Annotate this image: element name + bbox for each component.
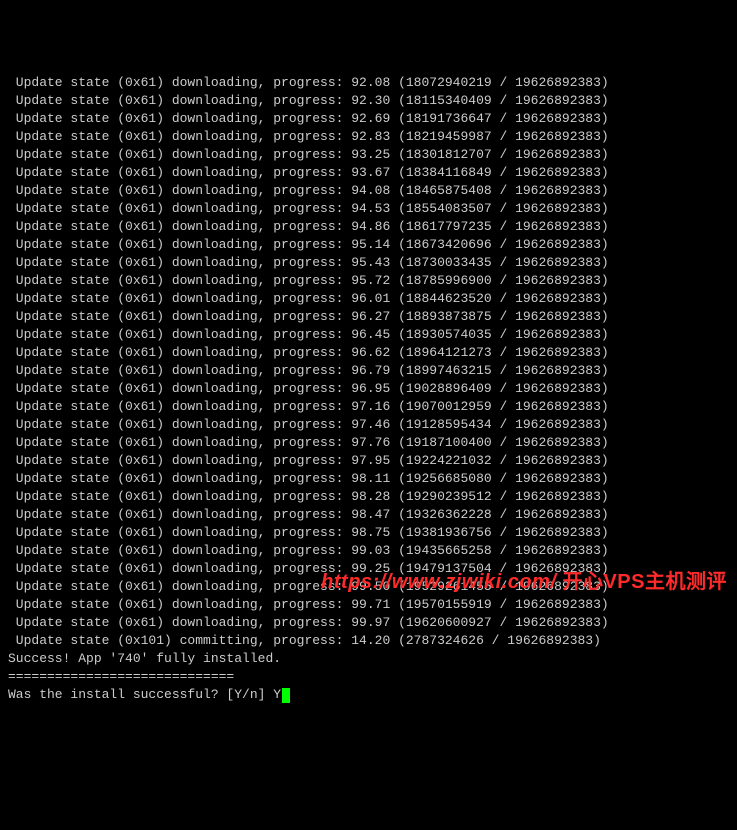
progress-line: Update state (0x61) downloading, progres…	[8, 74, 737, 92]
progress-line: Update state (0x61) downloading, progres…	[8, 272, 737, 290]
progress-line: Update state (0x61) downloading, progres…	[8, 146, 737, 164]
progress-line: Update state (0x61) downloading, progres…	[8, 614, 737, 632]
progress-line: Update state (0x61) downloading, progres…	[8, 362, 737, 380]
success-line: Success! App '740' fully installed.	[8, 650, 737, 668]
progress-line: Update state (0x61) downloading, progres…	[8, 308, 737, 326]
progress-line: Update state (0x61) downloading, progres…	[8, 596, 737, 614]
prompt-text: Was the install successful? [Y/n]	[8, 686, 273, 704]
progress-line: Update state (0x61) downloading, progres…	[8, 92, 737, 110]
progress-line: Update state (0x61) downloading, progres…	[8, 218, 737, 236]
progress-line: Update state (0x61) downloading, progres…	[8, 254, 737, 272]
progress-line: Update state (0x61) downloading, progres…	[8, 200, 737, 218]
progress-line: Update state (0x61) downloading, progres…	[8, 416, 737, 434]
progress-line: Update state (0x61) downloading, progres…	[8, 452, 737, 470]
progress-line: Update state (0x61) downloading, progres…	[8, 380, 737, 398]
prompt-input[interactable]: Y	[273, 686, 281, 704]
progress-line: Update state (0x61) downloading, progres…	[8, 488, 737, 506]
progress-line: Update state (0x61) downloading, progres…	[8, 164, 737, 182]
progress-line: Update state (0x61) downloading, progres…	[8, 506, 737, 524]
progress-line: Update state (0x61) downloading, progres…	[8, 578, 737, 596]
commit-line: Update state (0x101) committing, progres…	[8, 632, 737, 650]
progress-line: Update state (0x61) downloading, progres…	[8, 290, 737, 308]
progress-line: Update state (0x61) downloading, progres…	[8, 128, 737, 146]
progress-line: Update state (0x61) downloading, progres…	[8, 524, 737, 542]
cursor-icon	[282, 688, 290, 703]
progress-line: Update state (0x61) downloading, progres…	[8, 326, 737, 344]
install-success-prompt[interactable]: Was the install successful? [Y/n] Y	[8, 686, 737, 704]
progress-line: Update state (0x61) downloading, progres…	[8, 542, 737, 560]
progress-line: Update state (0x61) downloading, progres…	[8, 434, 737, 452]
progress-line: Update state (0x61) downloading, progres…	[8, 560, 737, 578]
progress-line: Update state (0x61) downloading, progres…	[8, 470, 737, 488]
progress-line: Update state (0x61) downloading, progres…	[8, 398, 737, 416]
progress-line: Update state (0x61) downloading, progres…	[8, 236, 737, 254]
progress-line: Update state (0x61) downloading, progres…	[8, 182, 737, 200]
progress-line: Update state (0x61) downloading, progres…	[8, 110, 737, 128]
progress-line: Update state (0x61) downloading, progres…	[8, 344, 737, 362]
separator-line: =============================	[8, 668, 737, 686]
